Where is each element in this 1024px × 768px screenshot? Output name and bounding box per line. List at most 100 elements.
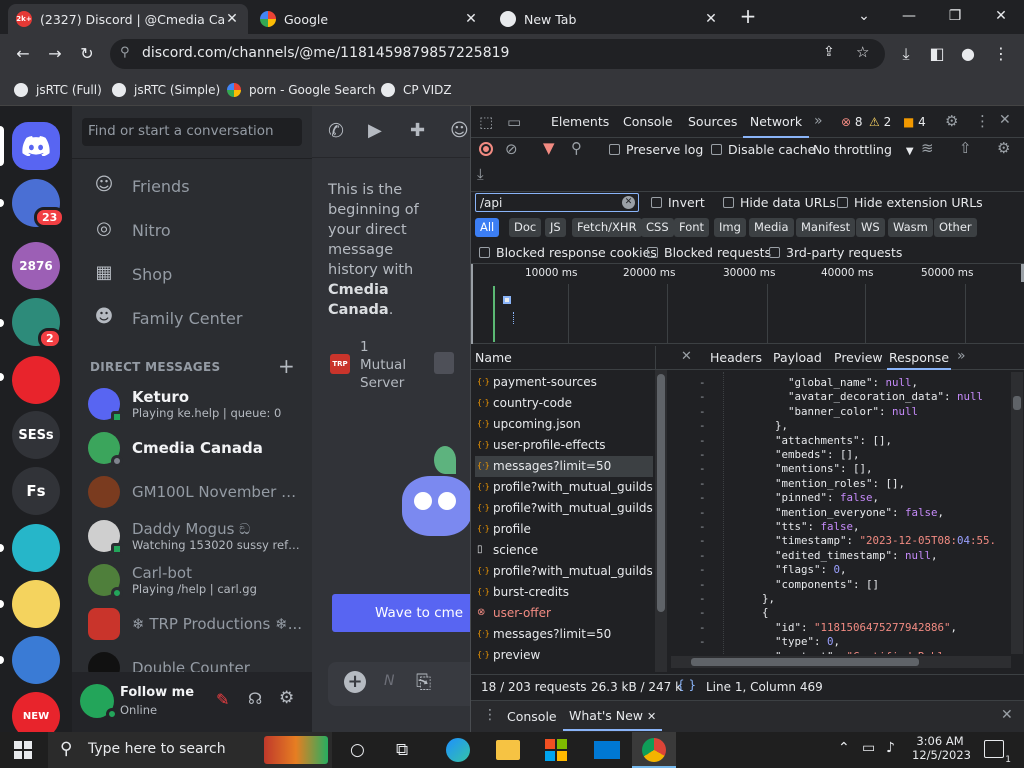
tab-elements[interactable]: Elements	[551, 106, 609, 138]
type-filter-fetch[interactable]: Fetch/XHR	[572, 218, 642, 237]
nav-family-center[interactable]: ☻ Family Center	[80, 298, 304, 338]
discord-home-button[interactable]	[12, 122, 60, 170]
bookmark-star-icon[interactable]: ☆	[856, 43, 869, 61]
close-detail-icon[interactable]: ✕	[681, 349, 692, 364]
throttling-select[interactable]: No throttling ▼	[813, 142, 914, 157]
request-row[interactable]: {·} country-code	[475, 393, 653, 414]
reload-icon[interactable]: ↻	[76, 43, 98, 65]
pin-icon[interactable]: ✚	[410, 120, 425, 141]
server-icon[interactable]	[12, 636, 60, 684]
file-explorer-icon[interactable]	[496, 740, 520, 760]
preserve-log-checkbox[interactable]: Preserve log	[609, 142, 703, 157]
wave-button[interactable]: Wave to cme	[332, 594, 470, 632]
request-row[interactable]: {·}profile?with_mutual_guilds=...	[475, 561, 653, 582]
mute-icon[interactable]: ✎	[216, 690, 229, 709]
request-row[interactable]: ⊗ user-offer	[475, 603, 653, 624]
bookmark-item[interactable]: jsRTC (Simple)	[112, 81, 220, 99]
response-vscrollbar[interactable]	[1011, 372, 1023, 654]
upload-plus-icon[interactable]: +	[344, 671, 366, 693]
chevron-up-icon[interactable]: ⌃	[838, 740, 850, 756]
upload-icon[interactable]: ⇧	[959, 139, 972, 157]
volume-icon[interactable]: ♪	[886, 740, 895, 756]
disable-cache-checkbox[interactable]: Disable cache	[711, 142, 815, 157]
name-column-header[interactable]: Name	[475, 350, 512, 365]
gift-icon[interactable]: ⎘	[416, 671, 431, 693]
type-filter-css[interactable]: CSS	[641, 218, 674, 237]
third-party-checkbox[interactable]: 3rd-party requests	[769, 245, 902, 260]
request-row[interactable]: {·} profile	[475, 519, 653, 540]
type-filter-doc[interactable]: Doc	[509, 218, 542, 237]
menu-kebab-icon[interactable]: ⋮	[990, 43, 1012, 65]
type-filter-font[interactable]: Font	[674, 218, 710, 237]
request-row[interactable]: {·}profile?with_mutual_guilds=...	[475, 477, 653, 498]
type-filter-other[interactable]: Other	[934, 218, 977, 237]
server-icon[interactable]: NEW	[12, 692, 60, 732]
request-row[interactable]: {·} burst-credits	[475, 582, 653, 603]
record-icon[interactable]	[479, 142, 493, 156]
nav-friends[interactable]: ☺ Friends	[80, 166, 304, 206]
request-row[interactable]: {·} user-profile-effects	[475, 435, 653, 456]
create-dm-plus-icon[interactable]: +	[278, 354, 295, 378]
server-icon[interactable]	[12, 524, 60, 572]
store-icon[interactable]	[545, 739, 567, 761]
detail-tab-preview[interactable]: Preview	[834, 350, 883, 365]
tab-console[interactable]: Console	[623, 106, 673, 138]
windows-start-icon[interactable]	[14, 741, 32, 759]
invert-checkbox[interactable]: Invert	[651, 195, 705, 210]
blocked-cookies-checkbox[interactable]: Blocked response cookies	[479, 245, 657, 260]
mutual-button[interactable]	[434, 352, 454, 374]
hide-data-urls-checkbox[interactable]: Hide data URLs	[723, 195, 836, 210]
more-detail-tabs-icon[interactable]: »	[957, 348, 966, 364]
clock[interactable]: 3:06 AM 12/5/2023	[912, 734, 971, 762]
type-filter-media[interactable]: Media	[749, 218, 794, 237]
server-icon[interactable]	[12, 580, 60, 628]
find-conversation-input[interactable]: Find or start a conversation	[82, 118, 302, 146]
server-icon[interactable]	[12, 356, 60, 404]
search-icon[interactable]: ⚲	[571, 139, 582, 157]
side-panel-icon[interactable]: ◧	[926, 43, 948, 65]
close-icon[interactable]: ✕	[703, 11, 719, 27]
request-row[interactable]: {·} preview	[475, 645, 653, 666]
server-icon[interactable]: SESs	[12, 411, 60, 459]
filter-icon[interactable]: ▼	[543, 139, 555, 157]
drawer-tab-whats-new[interactable]: What's New ✕	[563, 701, 663, 731]
close-icon[interactable]: ✕	[647, 710, 656, 723]
issues-count[interactable]: ■ 4	[903, 115, 926, 129]
type-filter-ws[interactable]: WS	[856, 218, 885, 237]
cortana-icon[interactable]: ○	[350, 740, 365, 760]
dm-item-daddy-mogus[interactable]: Daddy Mogus ඞ Watching 153020 sussy refer…	[80, 514, 304, 558]
response-body[interactable]: - "global_name": null, - "avatar_decoration…	[671, 372, 1011, 654]
error-count[interactable]: ⊗ 8	[841, 115, 863, 129]
dm-item-carl-bot[interactable]: Carl-bot Playing /help | carl.gg	[80, 558, 304, 602]
restore-icon[interactable]: ❐	[935, 4, 975, 28]
warning-count[interactable]: ⚠ 2	[869, 115, 891, 129]
request-row[interactable]: {·}profile?with_mutual_guilds=...	[475, 498, 653, 519]
tab-sources[interactable]: Sources	[688, 106, 737, 138]
pretty-print-icon[interactable]: { }	[677, 678, 696, 692]
back-icon[interactable]: ←	[12, 43, 34, 65]
mail-icon[interactable]	[594, 741, 620, 759]
minimize-icon[interactable]: —	[889, 4, 929, 28]
chrome-taskbar-button[interactable]	[632, 732, 676, 768]
type-filter-manifest[interactable]: Manifest	[796, 218, 856, 237]
settings-gear-icon[interactable]: ⚙	[279, 688, 294, 708]
blocked-requests-checkbox[interactable]: Blocked requests	[647, 245, 771, 260]
inspect-icon[interactable]: ⬚	[479, 113, 493, 131]
kebab-menu-icon[interactable]: ⋮	[975, 112, 990, 130]
type-filter-js[interactable]: JS	[545, 218, 566, 237]
clear-filter-icon[interactable]: ✕	[622, 196, 635, 209]
mutual-server-icon[interactable]: TRP	[330, 354, 350, 374]
request-row[interactable]: {·} upcoming.json	[475, 414, 653, 435]
chevron-down-icon[interactable]: ⌄	[844, 4, 884, 28]
close-icon[interactable]: ✕	[224, 11, 240, 27]
detail-tab-headers[interactable]: Headers	[710, 350, 762, 365]
request-row[interactable]: {·} messages?limit=50	[475, 624, 653, 645]
tab-new-tab[interactable]: New Tab ✕	[492, 4, 727, 34]
nav-nitro[interactable]: ◎ Nitro	[80, 210, 304, 250]
new-tab-icon[interactable]: +	[728, 4, 768, 28]
bookmark-item[interactable]: CP VIDZ	[381, 81, 452, 99]
detail-tab-payload[interactable]: Payload	[773, 350, 822, 365]
network-settings-icon[interactable]: ⚙	[997, 139, 1010, 157]
tab-network[interactable]: Network	[743, 106, 809, 138]
dm-item-trp[interactable]: ❄ TRP Productions ❄...	[80, 602, 304, 646]
